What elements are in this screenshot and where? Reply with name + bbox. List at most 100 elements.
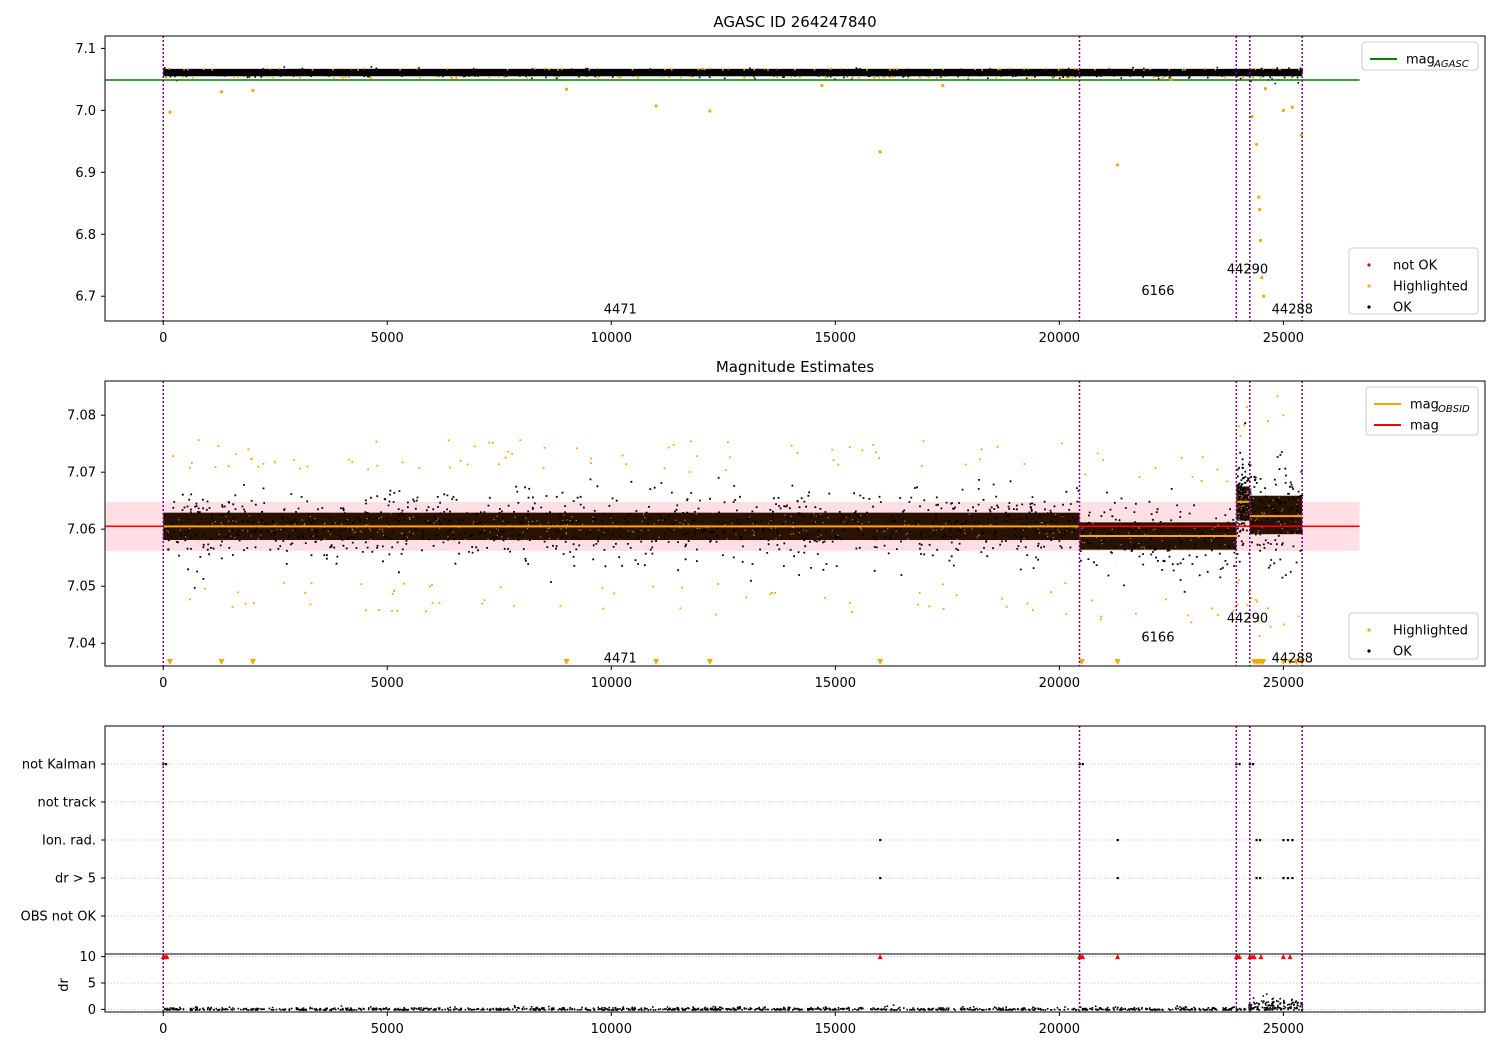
panel4-xtick-label-5000: 5000	[371, 1022, 404, 1037]
panel3-flag-label-2: Ion. rad.	[42, 834, 96, 849]
panel3-flag-point-2-1	[1116, 839, 1119, 842]
panel1-highlighted-point-8	[941, 83, 945, 88]
panel3-flag-point-0-5	[1238, 763, 1241, 766]
panel3-flag-label-1: not track	[37, 796, 96, 811]
panel1-ytick-label-4: 7.1	[75, 42, 96, 57]
panel1-top-legend-sub-0: AGASC	[1433, 59, 1469, 70]
panel3-flag-point-3-4	[1282, 877, 1285, 880]
panel-dr: 0 5000 10000 15000 20000 25000 0 5 10 dr	[57, 950, 1486, 1037]
panel3-flag-point-2-0	[879, 839, 882, 842]
panel2-top-legend-label-1: mag	[1410, 419, 1439, 434]
panel2-title: Magnitude Estimates	[716, 358, 874, 376]
panel4-ytick-label-2: 10	[79, 950, 96, 965]
panel3-flag-point-2-3	[1259, 839, 1262, 842]
panel4-ylabel: dr	[57, 978, 72, 992]
panel1-obsid-label-4471: 4471	[604, 303, 637, 318]
panel2-bottom-legend-label-1: OK	[1393, 645, 1412, 660]
panel2-top-legend-label-0: mag	[1410, 398, 1439, 413]
panel1-highlighted-point-3	[564, 87, 569, 91]
panel4-ytick-label-1: 5	[88, 977, 96, 992]
panel2-ytick-label-1: 7.05	[67, 580, 96, 595]
panel2-lowlimit-marker-2	[249, 659, 256, 665]
panel1-highlighted-point-13	[1257, 195, 1261, 199]
panel1-highlighted-point-4	[654, 104, 658, 108]
figure: AGASC ID 2642478404471616644290442880 500…	[21, 13, 1486, 1037]
panel4-xtick-label-25000: 25000	[1263, 1022, 1304, 1037]
panel3-flag-label-3: dr > 5	[55, 872, 96, 887]
panel2-xtick-label-25000: 25000	[1263, 676, 1304, 691]
panel1-xtick-label-25000: 25000	[1263, 331, 1304, 346]
panel2-obsid-label-44288: 44288	[1272, 651, 1313, 666]
panel2-xtick-label-15000: 15000	[815, 676, 856, 691]
panel1-highlighted-point-19	[1281, 108, 1285, 112]
panel1-axes-frame	[104, 35, 1486, 322]
panel1-highlighted-point-18	[1263, 87, 1268, 91]
panel4-xtick-label-10000: 10000	[591, 1022, 632, 1037]
panel2-lowlimit-marker-8	[1114, 659, 1121, 665]
panel4-dr-clipped-marker-16	[1287, 954, 1293, 960]
panel-magnitude-estimates: Magnitude Estimates 4471 6166 44290 44288 0 50…	[67, 358, 1486, 691]
panel2-obsid-label-4471: 4471	[604, 651, 637, 666]
panel1-ytick-label-2: 6.9	[75, 166, 96, 181]
panel2-lowlimit-marker-1	[218, 659, 225, 665]
panel2-obsid-label-6166: 6166	[1141, 630, 1174, 645]
panel1-xtick-label-20000: 20000	[1039, 331, 1080, 346]
panel2-xtick-label-20000: 20000	[1039, 676, 1080, 691]
panel2-top-legend-sub-0: OBSID	[1438, 404, 1470, 415]
panel1-obsid-label-6166: 6166	[1141, 284, 1174, 299]
panel2-ytick-label-0: 7.04	[67, 637, 96, 652]
panel2-ok-core-44288	[1249, 495, 1303, 535]
panel4-dr-clipped-marker-14	[1258, 954, 1264, 960]
panel1-highlighted-point-12	[1254, 142, 1259, 147]
panel1-highlighted-point-2	[251, 88, 255, 93]
panel1-highlighted-point-6	[820, 83, 824, 88]
panel1-xtick-label-0: 0	[159, 331, 167, 346]
panel2-ytick-label-2: 7.06	[67, 523, 96, 538]
panel1-highlighted-point-10	[1169, 77, 1173, 81]
panel3-flag-point-0-3	[1081, 763, 1084, 766]
panel3-flag-label-0: not Kalman	[22, 758, 96, 773]
panel3-flag-point-2-6	[1291, 839, 1294, 842]
panel1-xtick-label-5000: 5000	[371, 331, 404, 346]
panel1-bottom-legend-label-0: not OK	[1393, 259, 1438, 274]
panel2-lowlimit-marker-6	[877, 659, 884, 665]
panel2-lowlimit-marker-4	[653, 659, 660, 665]
panel4-xtick-label-15000: 15000	[815, 1022, 856, 1037]
panel-flags: not Kalman not track Ion. rad. dr > 5 OBS no…	[21, 725, 1486, 955]
panel1-ytick-label-3: 7.0	[75, 104, 96, 119]
panel1-highlighted-point-0	[168, 110, 172, 114]
panel4-xtick-label-0: 0	[159, 1022, 167, 1037]
panel1-highlighted-point-5	[708, 109, 712, 113]
panel1-bottom-legend-swatch-1	[1367, 284, 1371, 288]
panel3-flag-point-3-1	[1116, 877, 1119, 880]
panel3-flag-point-2-5	[1286, 839, 1290, 842]
panel2-ytick-label-3: 7.07	[67, 466, 96, 481]
panel3-flag-label-4: OBS not OK	[21, 910, 97, 925]
panel1-bottom-legend-swatch-2	[1367, 305, 1371, 309]
panel3-flag-point-0-1	[164, 763, 168, 766]
panel1-ytick-label-1: 6.8	[75, 228, 96, 243]
panel3-flag-point-3-3	[1259, 877, 1262, 880]
panel1-highlighted-point-14	[1258, 207, 1262, 212]
panel1-xtick-label-10000: 10000	[591, 331, 632, 346]
panel4-ytick-label-0: 0	[88, 1003, 96, 1018]
panel3-flag-point-3-2	[1255, 877, 1258, 880]
panel1-bottom-legend-label-1: Highlighted	[1393, 280, 1468, 295]
panel1-bottom-legend-label-2: OK	[1393, 301, 1412, 316]
panel2-bottom-legend-swatch-1	[1367, 649, 1371, 653]
panel3-flag-point-0-7	[1251, 763, 1255, 766]
panel1-top-legend-label-0: mag	[1406, 53, 1435, 68]
panel1-ok-band	[163, 68, 1303, 77]
panel3-flag-point-3-6	[1291, 877, 1294, 880]
panel2-xtick-label-5000: 5000	[371, 676, 404, 691]
panel2-xtick-label-10000: 10000	[591, 676, 632, 691]
panel3-flag-point-2-4	[1282, 839, 1285, 842]
panel1-highlighted-point-11	[1250, 114, 1254, 119]
panel4-xtick-label-20000: 20000	[1039, 1022, 1080, 1037]
panel1-obsid-label-44288: 44288	[1272, 303, 1313, 318]
panel1-highlighted-point-1	[219, 90, 224, 94]
panel2-lowlimit-marker-5	[706, 659, 713, 665]
panel1-highlighted-point-17	[1262, 294, 1266, 298]
panel1-obsid-label-44290: 44290	[1227, 262, 1268, 277]
panel2-lowlimit-marker-3	[563, 659, 570, 665]
